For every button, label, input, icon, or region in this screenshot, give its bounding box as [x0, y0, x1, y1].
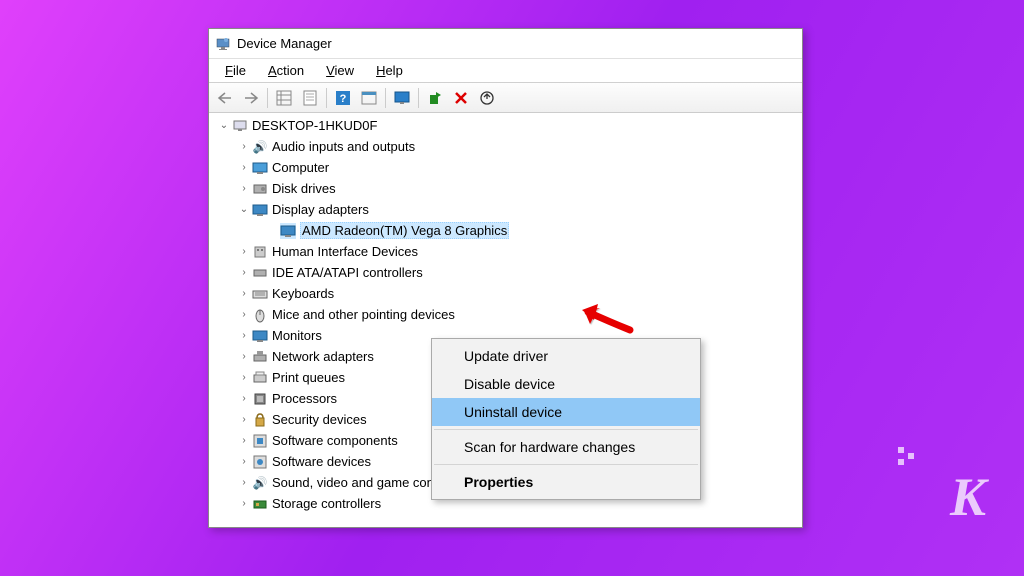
mouse-icon	[252, 307, 268, 323]
arrow-right-icon	[243, 91, 259, 105]
software-device-icon	[252, 454, 268, 470]
watermark-dots-icon	[898, 447, 924, 476]
show-hidden-button[interactable]	[272, 86, 296, 110]
security-icon	[252, 412, 268, 428]
tree-device-amd-radeon[interactable]: AMD Radeon(TM) Vega 8 Graphics	[213, 220, 802, 241]
context-menu-disable-device[interactable]: Disable device	[432, 370, 700, 398]
device-tree[interactable]: ⌄ DESKTOP-1HKUD0F ›🔊Audio inputs and out…	[209, 113, 802, 527]
tree-category[interactable]: ›Computer	[213, 157, 802, 178]
chevron-right-icon[interactable]: ›	[237, 161, 251, 175]
monitor-icon	[394, 90, 410, 106]
tree-root-label: DESKTOP-1HKUD0F	[252, 118, 377, 133]
disable-button[interactable]	[449, 86, 473, 110]
toolbar-separator	[418, 88, 419, 108]
arrow-left-icon	[217, 91, 233, 105]
menubar: File Action View Help	[209, 59, 802, 83]
tree-category[interactable]: ›IDE ATA/ATAPI controllers	[213, 262, 802, 283]
display-adapter-icon	[280, 223, 296, 239]
enable-icon	[427, 90, 443, 106]
chevron-right-icon[interactable]: ›	[237, 371, 251, 385]
chevron-right-icon[interactable]: ›	[237, 434, 251, 448]
computer-icon	[252, 160, 268, 176]
network-icon	[252, 349, 268, 365]
chevron-right-icon[interactable]: ›	[237, 308, 251, 322]
forward-button[interactable]	[239, 86, 263, 110]
menu-action[interactable]: Action	[258, 60, 314, 81]
chevron-right-icon[interactable]: ›	[237, 182, 251, 196]
back-button[interactable]	[213, 86, 237, 110]
menu-help[interactable]: Help	[366, 60, 413, 81]
properties-button[interactable]	[298, 86, 322, 110]
storage-icon	[252, 496, 268, 512]
chevron-right-icon[interactable]: ›	[237, 350, 251, 364]
tree-category[interactable]: ›🔊Audio inputs and outputs	[213, 136, 802, 157]
context-menu-separator	[434, 429, 698, 430]
software-component-icon	[252, 433, 268, 449]
chevron-right-icon[interactable]: ›	[237, 455, 251, 469]
properties-icon	[302, 90, 318, 106]
toolbar-separator	[267, 88, 268, 108]
tree-root[interactable]: ⌄ DESKTOP-1HKUD0F	[213, 115, 802, 136]
context-menu: Update driver Disable device Uninstall d…	[431, 338, 701, 500]
tree-category[interactable]: ›Keyboards	[213, 283, 802, 304]
menu-file[interactable]: File	[215, 60, 256, 81]
device-manager-icon	[215, 36, 231, 52]
chevron-right-icon[interactable]: ›	[237, 140, 251, 154]
help-icon: ?	[335, 90, 351, 106]
device-manager-window: Device Manager File Action View Help ?	[208, 28, 803, 528]
keyboard-icon	[252, 286, 268, 302]
chevron-right-icon[interactable]: ›	[237, 392, 251, 406]
ide-icon	[252, 265, 268, 281]
context-menu-properties[interactable]: Properties	[432, 468, 700, 496]
context-menu-uninstall-device[interactable]: Uninstall device	[432, 398, 700, 426]
printer-icon	[252, 370, 268, 386]
chevron-right-icon[interactable]: ›	[237, 476, 251, 490]
monitor-icon	[252, 328, 268, 344]
window-title: Device Manager	[237, 36, 332, 51]
chevron-right-icon[interactable]: ›	[237, 497, 251, 511]
audio-icon: 🔊	[252, 139, 268, 155]
titlebar[interactable]: Device Manager	[209, 29, 802, 59]
tree-category[interactable]: ›Human Interface Devices	[213, 241, 802, 262]
context-menu-scan-hardware[interactable]: Scan for hardware changes	[432, 433, 700, 461]
hid-icon	[252, 244, 268, 260]
window-icon	[361, 90, 377, 106]
enable-button[interactable]	[423, 86, 447, 110]
chevron-right-icon[interactable]: ›	[237, 329, 251, 343]
sound-icon: 🔊	[252, 475, 268, 491]
context-menu-separator	[434, 464, 698, 465]
toolbar-separator	[326, 88, 327, 108]
tree-category[interactable]: ›Disk drives	[213, 178, 802, 199]
context-menu-update-driver[interactable]: Update driver	[432, 342, 700, 370]
chevron-right-icon[interactable]: ›	[237, 266, 251, 280]
view-button[interactable]	[357, 86, 381, 110]
display-adapter-icon	[252, 202, 268, 218]
toolbar: ?	[209, 83, 802, 113]
tree-category-display-adapters[interactable]: ⌄Display adapters	[213, 199, 802, 220]
tree-category[interactable]: ›Mice and other pointing devices	[213, 304, 802, 325]
x-icon	[453, 90, 469, 106]
update-icon	[479, 90, 495, 106]
chevron-right-icon[interactable]: ›	[237, 287, 251, 301]
scan-hardware-button[interactable]	[390, 86, 414, 110]
watermark-logo: K	[950, 466, 984, 528]
processor-icon	[252, 391, 268, 407]
menu-view[interactable]: View	[316, 60, 364, 81]
chevron-down-icon[interactable]: ⌄	[217, 119, 231, 133]
computer-icon	[232, 118, 248, 134]
update-driver-button[interactable]	[475, 86, 499, 110]
svg-text:?: ?	[340, 93, 347, 105]
grid-icon	[276, 90, 292, 106]
chevron-down-icon[interactable]: ⌄	[237, 203, 251, 217]
help-button[interactable]: ?	[331, 86, 355, 110]
chevron-right-icon[interactable]: ›	[237, 245, 251, 259]
chevron-right-icon[interactable]: ›	[237, 413, 251, 427]
toolbar-separator	[385, 88, 386, 108]
disk-icon	[252, 181, 268, 197]
